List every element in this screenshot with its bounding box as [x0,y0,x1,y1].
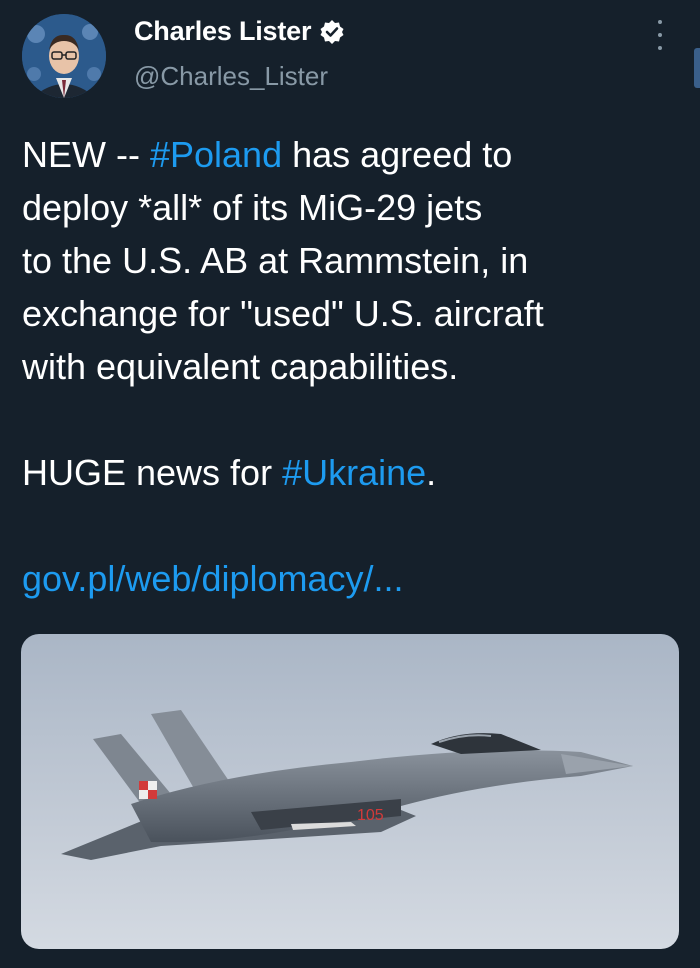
text-segment: . [426,452,437,493]
author-name[interactable]: Charles Lister [134,16,311,47]
tweet-line: NEW -- #Poland has agreed to [22,128,682,181]
verified-badge-icon [319,19,345,45]
tweet-link[interactable]: gov.pl/web/diplomacy/... [22,558,404,599]
tweet-text: NEW -- #Poland has agreed to deploy *all… [22,128,682,605]
hashtag-poland[interactable]: #Poland [150,134,282,175]
tweet-line: with equivalent capabilities. [22,346,459,387]
scroll-indicator [694,48,700,88]
tweet-line: to the U.S. AB at Rammstein, in [22,240,529,281]
tweet-line: exchange for "used" U.S. aircraft [22,293,544,334]
tail-number: 105 [357,807,384,824]
text-segment: NEW -- [22,134,150,175]
tweet-image[interactable]: 105 [21,634,679,949]
text-segment: HUGE news for [22,452,283,493]
mig-29-jet-photo: 105 [21,634,679,949]
tweet-line: deploy *all* of its MiG-29 jets [22,187,483,228]
author-avatar[interactable] [22,14,106,98]
author-handle[interactable]: @Charles_Lister [134,61,328,92]
more-options-icon[interactable] [652,20,668,50]
text-segment: has agreed to [282,134,513,175]
hashtag-ukraine[interactable]: #Ukraine [282,452,426,493]
tweet-line: HUGE news for #Ukraine. [22,446,682,499]
